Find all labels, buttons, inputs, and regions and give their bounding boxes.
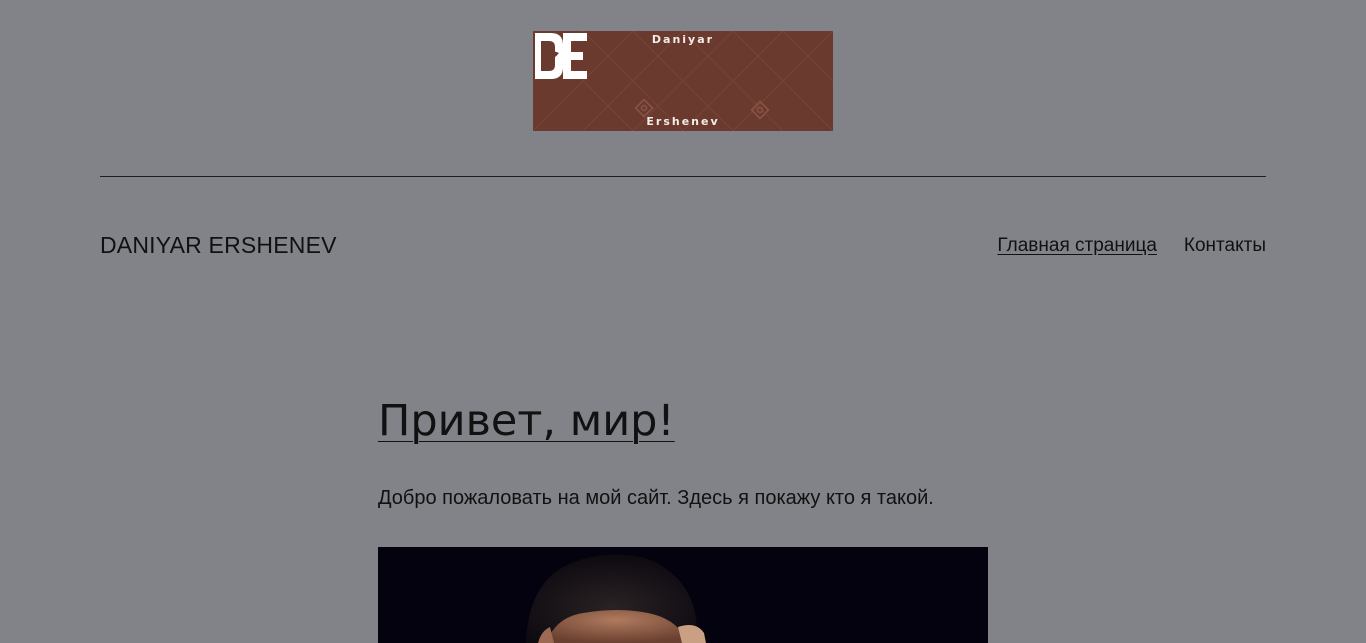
post-image[interactable]	[378, 547, 988, 643]
logo-initials-mark	[535, 33, 587, 79]
post-title: Привет, мир!	[378, 396, 675, 446]
nav-item-home[interactable]: Главная страница	[997, 235, 1157, 257]
header-separator	[100, 176, 1266, 177]
page: Daniyar Ershenev DANIYAR ERSHENEV Главна…	[0, 0, 1366, 643]
nav-item-contacts[interactable]: Контакты	[1184, 235, 1266, 257]
main-navigation: Главная страница Контакты	[997, 235, 1266, 257]
post-title-link[interactable]: Привет, мир!	[378, 396, 675, 446]
portrait-photo	[526, 554, 706, 643]
site-title[interactable]: DANIYAR ERSHENEV	[100, 232, 337, 259]
logo-name-bottom: Ershenev	[646, 115, 720, 128]
site-logo[interactable]: Daniyar Ershenev	[533, 31, 833, 131]
post-excerpt: Добро пожаловать на мой сайт. Здесь я по…	[378, 487, 934, 509]
